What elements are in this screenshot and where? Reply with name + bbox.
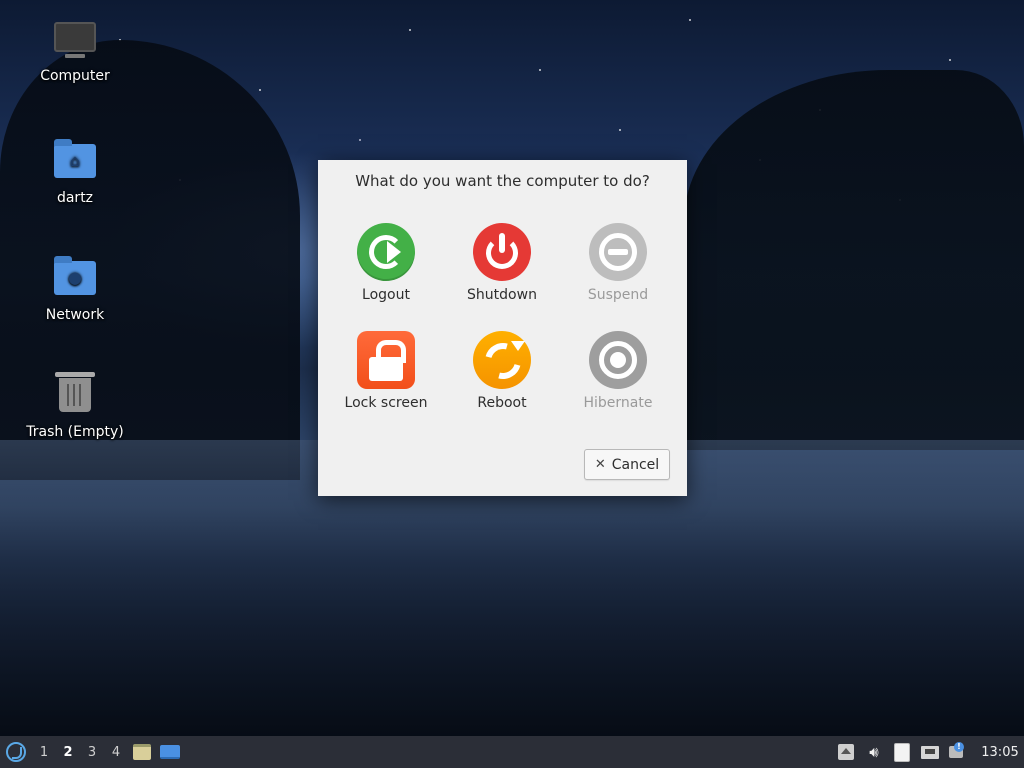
lock-screen-label: Lock screen [344,395,428,411]
shutdown-button[interactable]: Shutdown [444,223,560,303]
hibernate-icon [589,331,647,389]
clipboard-icon [894,742,910,762]
start-menu-button[interactable] [0,736,32,768]
chevron-up-icon [838,744,854,760]
desktop-icon-label: dartz [56,190,94,206]
desktop-icon-home[interactable]: ⌂ dartz [20,139,130,206]
hibernate-label: Hibernate [583,395,653,411]
desktop-icon-label: Computer [40,68,110,84]
file-manager-launcher[interactable] [128,736,156,768]
cancel-button[interactable]: ✕ Cancel [584,449,670,480]
desktop-icon-label: Trash (Empty) [26,424,124,440]
hibernate-button[interactable]: Hibernate [560,331,676,411]
suspend-button[interactable]: Suspend [560,223,676,303]
update-notifier-icon [949,742,967,760]
lock-icon [357,331,415,389]
desktop-icon [160,745,180,759]
desktop-icon-computer[interactable]: Computer [20,22,130,84]
shutdown-label: Shutdown [467,287,537,303]
workspace-1[interactable]: 1 [32,736,56,768]
network-folder-icon: ● [53,256,97,301]
updates-button[interactable] [944,736,972,768]
suspend-icon [589,223,647,281]
workspace-3[interactable]: 3 [80,736,104,768]
reboot-button[interactable]: Reboot [444,331,560,411]
show-desktop-button[interactable] [156,736,184,768]
power-icon [473,223,531,281]
network-button[interactable] [916,736,944,768]
reboot-label: Reboot [477,395,527,411]
workspace-4[interactable]: 4 [104,736,128,768]
logout-icon [357,223,415,281]
logout-button[interactable]: Logout [328,223,444,303]
dialog-title: What do you want the computer to do? [355,172,650,190]
wallpaper-trees-right [684,70,1024,450]
clock[interactable]: 13:05 [976,745,1024,760]
network-icon [921,745,939,759]
computer-icon [53,22,97,62]
tray-expand-button[interactable] [832,736,860,768]
workspace-2[interactable]: 2 [56,736,80,768]
file-manager-icon [133,744,151,760]
taskbar: 1 2 3 4 🔊︎ 13:05 [0,736,1024,768]
desktop-icon-trash[interactable]: Trash (Empty) [20,372,130,440]
reboot-icon [473,331,531,389]
logout-dialog: What do you want the computer to do? Log… [318,160,687,496]
trash-icon [53,372,97,418]
desktop-icon-network[interactable]: ● Network [20,256,130,323]
close-icon: ✕ [594,457,606,472]
clipboard-button[interactable] [888,736,916,768]
distro-logo-icon [6,742,26,762]
logout-label: Logout [362,287,410,303]
suspend-label: Suspend [587,287,649,303]
volume-icon: 🔊︎ [869,743,879,761]
home-folder-icon: ⌂ [53,139,97,184]
cancel-label: Cancel [611,456,660,473]
desktop-icon-label: Network [45,307,105,323]
volume-button[interactable]: 🔊︎ [860,736,888,768]
lock-screen-button[interactable]: Lock screen [328,331,444,411]
